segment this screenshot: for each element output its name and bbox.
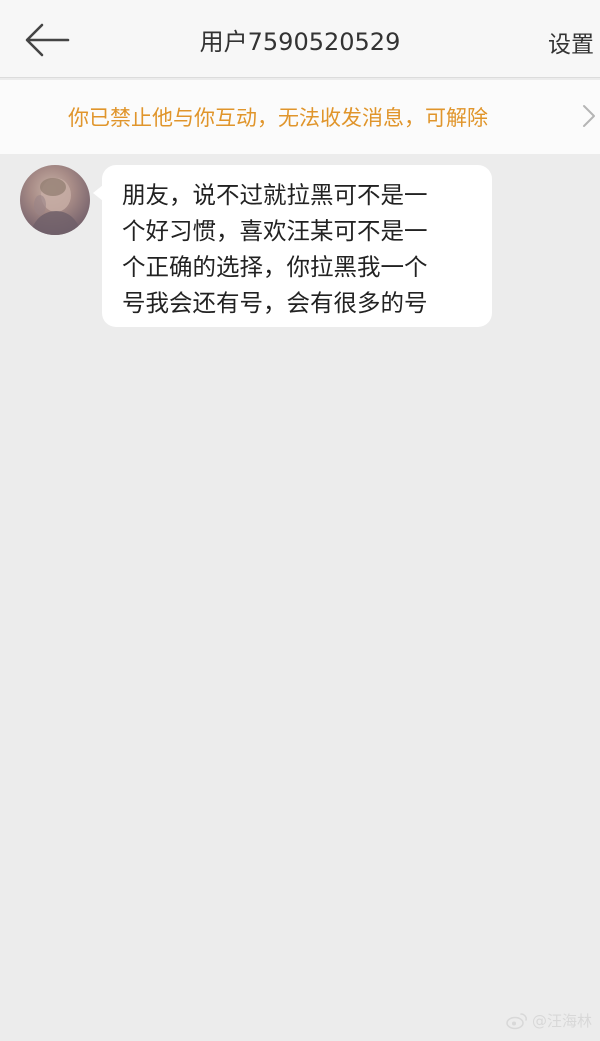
message-line: 个好习惯，喜欢汪某可不是一 (122, 217, 428, 245)
message-line: 个正确的选择，你拉黑我一个 (122, 253, 428, 281)
watermark-text: @汪海林 (531, 1012, 592, 1030)
chevron-right-icon (583, 105, 595, 127)
watermark: @汪海林 (506, 1010, 592, 1031)
message-line: 朋友，说不过就拉黑可不是一 (122, 181, 428, 209)
page-title: 用户7590520529 (199, 28, 401, 56)
avatar[interactable] (20, 165, 90, 235)
weibo-logo-icon (506, 1012, 527, 1029)
settings-button[interactable]: 设置 (548, 25, 594, 59)
message-bubble[interactable]: 朋友，说不过就拉黑可不是一 个好习惯，喜欢汪某可不是一 个正确的选择，你拉黑我一… (93, 165, 492, 327)
blocked-notice-banner[interactable]: 你已禁止他与你互动，无法收发消息，可解除 (0, 80, 600, 154)
chat-header: 用户7590520529 设置 (0, 0, 600, 78)
message-line: 号我会还有号，会有很多的号 (122, 289, 428, 317)
blocked-notice-text: 你已禁止他与你互动，无法收发消息，可解除 (68, 106, 488, 130)
